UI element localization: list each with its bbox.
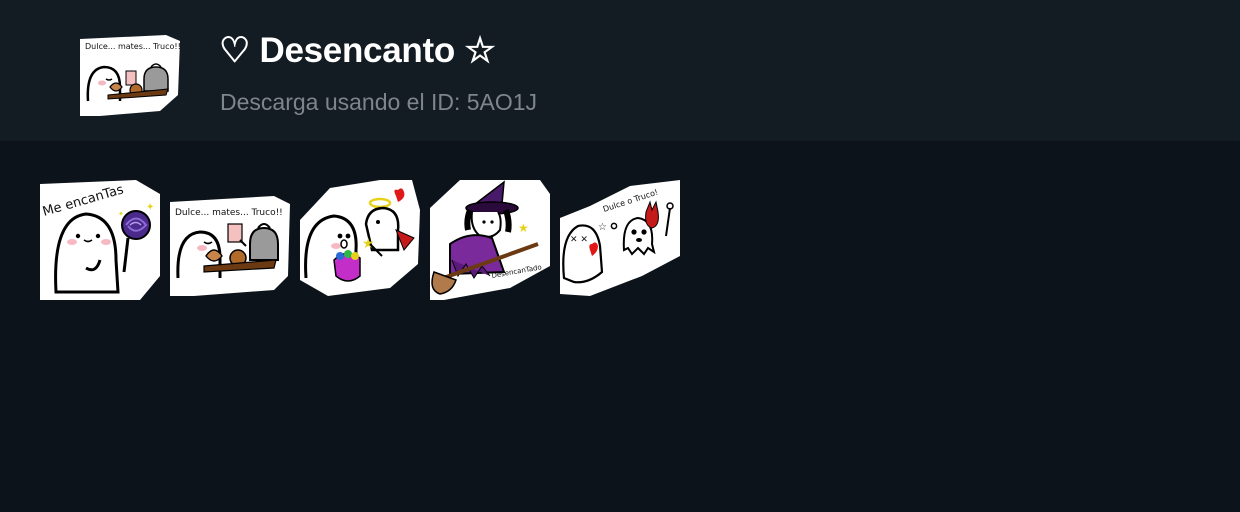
svg-text:★: ★ (518, 221, 529, 235)
me-encantas-lollipop-icon: Me encanTas ✦ ✦ (40, 180, 160, 300)
sticker-caption: Dulce... mates... Truco!! (175, 208, 283, 218)
dulce-mates-truco-sticker-icon: Dulce... mates... Truco!! (80, 35, 181, 116)
pack-header: Dulce... mates... Truco!! ♡ Desencanto ☆… (0, 0, 1240, 141)
svg-text:✦: ✦ (118, 210, 124, 218)
sticker-cover-caption: Dulce... mates... Truco!! (85, 42, 180, 51)
witch-broom-icon: ★ DesencanTado (430, 180, 550, 300)
dulce-mates-truco-icon: Dulce... mates... Truco!! (170, 196, 290, 296)
sticker-item[interactable]: ★ DesencanTado (430, 180, 550, 300)
sticker-item[interactable]: Dulce o Truco! ✕ ✕ ☆ (560, 180, 680, 300)
svg-text:✦: ✦ (146, 202, 154, 213)
sticker-item[interactable]: Dulce... mates... Truco!! (170, 180, 290, 300)
svg-text:☆: ☆ (598, 222, 607, 233)
svg-text:★: ★ (362, 235, 375, 251)
angel-candy-bag-icon: ★ (300, 180, 420, 296)
pack-title: ♡ Desencanto ☆ (219, 31, 496, 70)
sticker-item[interactable]: Me encanTas ✦ ✦ (40, 180, 160, 300)
pack-download-id: Descarga usando el ID: 5AO1J (220, 89, 538, 115)
sticker-item[interactable]: ★ (300, 180, 420, 300)
svg-text:✕ ✕: ✕ ✕ (570, 235, 588, 245)
ghosts-dulce-o-truco-icon: Dulce o Truco! ✕ ✕ ☆ (560, 180, 680, 296)
pack-cover-sticker[interactable]: Dulce... mates... Truco!! (80, 33, 181, 116)
sticker-grid: Me encanTas ✦ ✦ Dulce... mates... Truco!… (40, 180, 690, 300)
